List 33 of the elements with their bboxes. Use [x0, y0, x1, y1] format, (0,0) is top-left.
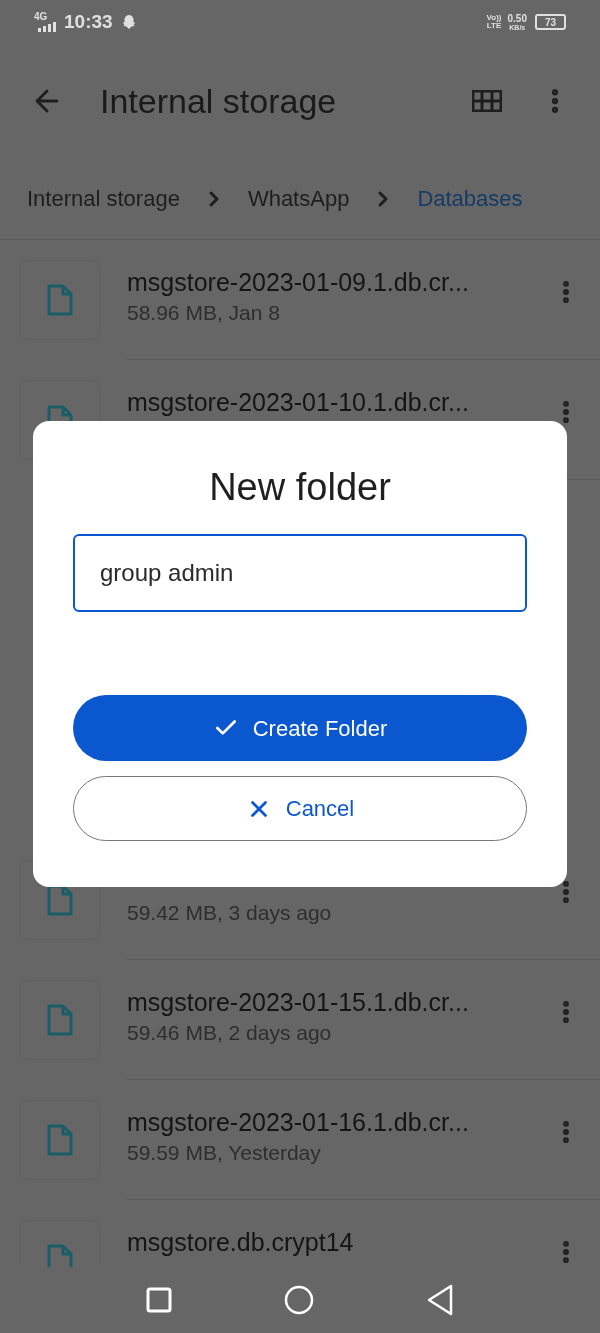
- file-name[interactable]: msgstore-2023-01-10.1.db.cr...: [127, 386, 552, 418]
- cancel-button[interactable]: Cancel: [73, 776, 527, 841]
- toolbar-title: Internal storage: [100, 80, 338, 122]
- network-speed: 0.50: [507, 13, 527, 24]
- clock: 10:33: [64, 9, 113, 34]
- file-name[interactable]: msgstore.db.crypt14: [127, 1226, 552, 1258]
- file-details: 58.96 MB, Jan 8: [127, 300, 281, 326]
- volte-label: Vo)): [486, 14, 502, 22]
- network-type: 4G: [34, 12, 48, 22]
- file-icon: [47, 1124, 73, 1156]
- file-icon: [47, 1004, 73, 1036]
- file-icon: [47, 884, 73, 916]
- file-details: 59.42 MB, 3 days ago: [127, 900, 333, 926]
- file-name[interactable]: msgstore-2023-01-15.1.db.cr...: [127, 986, 552, 1018]
- file-icon: [47, 405, 73, 421]
- battery-indicator: 73: [535, 14, 566, 30]
- breadcrumb[interactable]: WhatsApp: [247, 182, 350, 215]
- dialog-title: New folder: [209, 465, 391, 509]
- lte-label: LTE: [486, 22, 502, 30]
- file-details: 59.46 MB, 2 days ago: [127, 1020, 333, 1046]
- create-folder-button[interactable]: Create Folder: [73, 695, 527, 761]
- square-nav-icon[interactable]: [146, 1287, 172, 1313]
- grid-view-icon[interactable]: [472, 90, 502, 112]
- home-nav-icon[interactable]: [284, 1285, 314, 1315]
- back-nav-icon[interactable]: [426, 1284, 454, 1316]
- folder-name-field[interactable]: group admin: [73, 534, 527, 612]
- file-icon: [47, 284, 73, 316]
- file-details: 59.59 MB, Yesterday: [127, 1140, 322, 1166]
- file-name[interactable]: msgstore-2023-01-16.1.db.cr...: [127, 1106, 552, 1138]
- breadcrumb[interactable]: Databases: [417, 182, 523, 215]
- breadcrumb[interactable]: Internal storage: [27, 182, 180, 215]
- file-icon: [47, 1244, 73, 1267]
- file-name[interactable]: msgstore-2023-01-09.1.db.cr...: [127, 266, 552, 298]
